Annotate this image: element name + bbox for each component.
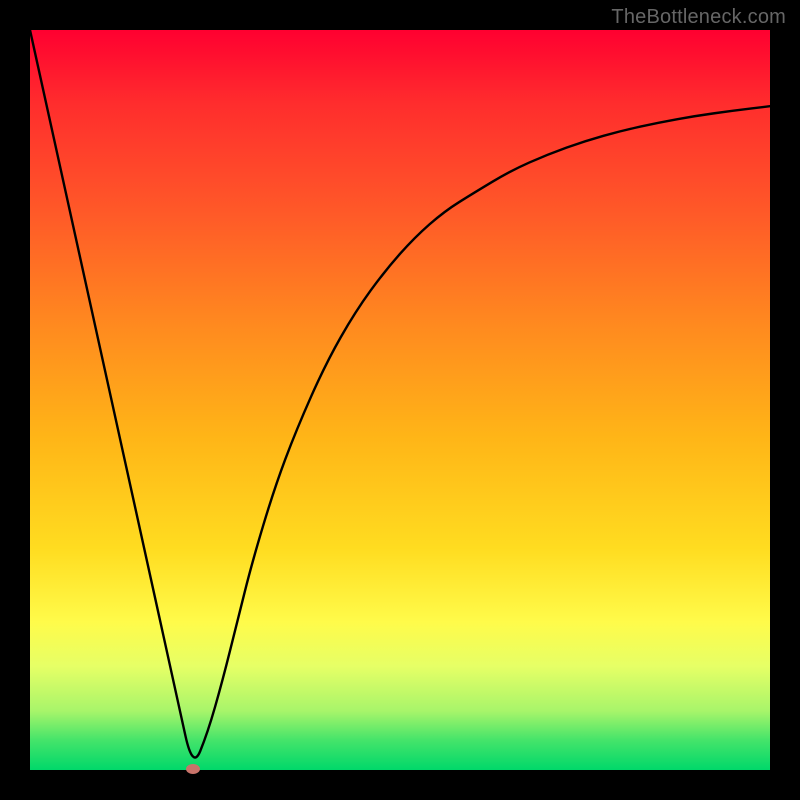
chart-frame: TheBottleneck.com	[0, 0, 800, 800]
min-marker	[186, 764, 200, 774]
plot-area	[30, 30, 770, 770]
watermark-text: TheBottleneck.com	[611, 6, 786, 29]
bottleneck-curve	[30, 30, 770, 770]
